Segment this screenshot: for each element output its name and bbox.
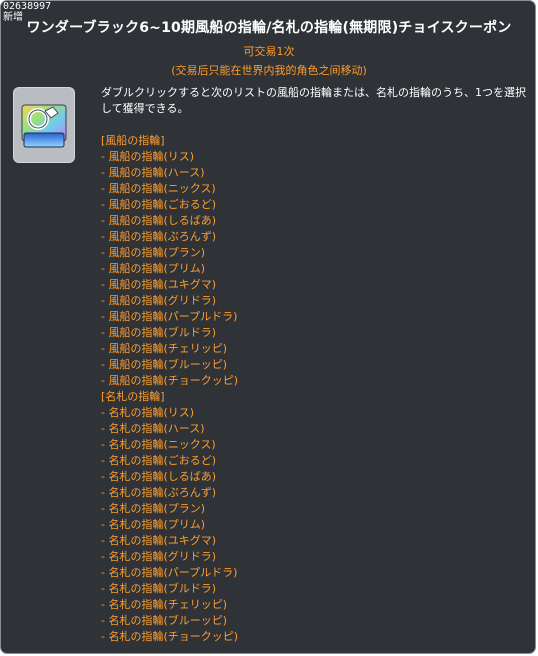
list-item: - 名札の指輪(ごおるど) xyxy=(101,454,217,467)
list-item: - 風船の指輪(ブルーッピ) xyxy=(101,358,228,371)
list-item: - 名札の指輪(ブルドラ) xyxy=(101,582,217,595)
list-item: - 風船の指輪(パープルドラ) xyxy=(101,310,238,323)
list-item: - 風船の指輪(ニックス) xyxy=(101,182,216,195)
trade-note: (交易后只能在世界内我的角色之间移动) xyxy=(171,64,367,77)
list-item: - 名札の指輪(チェリッピ) xyxy=(101,598,228,611)
tradeable-count: 可交易1次 xyxy=(243,45,295,58)
list-item: - 風船の指輪(チョークッピ) xyxy=(101,374,239,387)
list-item: - 名札の指輪(ハース) xyxy=(101,422,205,435)
item-id: 02638997 xyxy=(3,1,52,12)
list-item: - 風船の指輪(ブルドラ) xyxy=(101,326,217,339)
list-item: - 風船の指輪(ユキグマ) xyxy=(101,278,217,291)
list-item: - 名札の指輪(ニックス) xyxy=(101,438,216,451)
list-item: - 風船の指輪(プリム) xyxy=(101,262,206,275)
list-item: - 名札の指輪(パープルドラ) xyxy=(101,566,238,579)
list-item: - 名札の指輪(グリドラ) xyxy=(101,550,217,563)
list-item: - 風船の指輪(プラン) xyxy=(101,246,206,259)
coupon-ring-icon xyxy=(21,104,67,148)
item-tooltip: 02638997 新增 ワンダーブラック6~10期風船の指輪/名札の指輪(無期限… xyxy=(0,0,536,654)
list-item: - 風船の指輪(リス) xyxy=(101,150,195,163)
item-description: ダブルクリックすると次のリストの風船の指輪または、名札の指輪のうち、1つを選択し… xyxy=(101,86,526,115)
list-item: - 名札の指輪(ぷろんず) xyxy=(101,486,217,499)
list-item: - 名札の指輪(プリム) xyxy=(101,518,206,531)
list-item: - 風船の指輪(ハース) xyxy=(101,166,205,179)
list-item: - 風船の指輪(グリドラ) xyxy=(101,294,217,307)
item-icon-frame xyxy=(13,87,75,163)
list-item: - 名札の指輪(チョークッピ) xyxy=(101,630,239,643)
reward-list: [風船の指輪] - 風船の指輪(リス) - 風船の指輪(ハース) - 風船の指輪(ニッ… xyxy=(101,133,531,645)
list-item: - 名札の指輪(ブルーッピ) xyxy=(101,614,228,627)
list-item: - 名札の指輪(プラン) xyxy=(101,502,206,515)
section-header: [名札の指輪] xyxy=(101,390,165,403)
list-item: - 風船の指輪(ごおるど) xyxy=(101,198,217,211)
list-item: - 名札の指輪(ユキグマ) xyxy=(101,534,217,547)
list-item: - 風船の指輪(ぷろんず) xyxy=(101,230,217,243)
list-item: - 名札の指輪(リス) xyxy=(101,406,195,419)
item-title: ワンダーブラック6~10期風船の指輪/名札の指輪(無期限)チョイスクーポン xyxy=(26,20,512,36)
list-item: - 風船の指輪(しるばあ) xyxy=(101,214,217,227)
list-item: - 風船の指輪(チェリッピ) xyxy=(101,342,228,355)
section-header: [風船の指輪] xyxy=(101,134,165,147)
list-item: - 名札の指輪(しるばあ) xyxy=(101,470,217,483)
